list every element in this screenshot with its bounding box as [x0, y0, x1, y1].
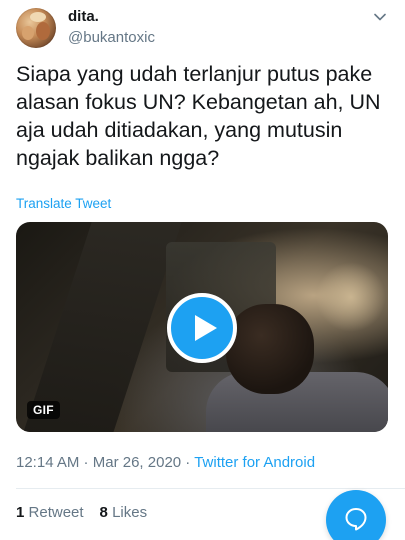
chevron-down-icon[interactable] — [373, 10, 387, 24]
avatar-ring — [16, 8, 56, 48]
tweet-source-link[interactable]: Twitter for Android — [194, 454, 315, 471]
gif-badge: GIF — [27, 401, 60, 419]
compose-reply-button[interactable] — [326, 490, 386, 540]
tweet-text: Siapa yang udah terlanjur putus pake ala… — [16, 62, 381, 170]
likes-label: Likes — [112, 504, 148, 521]
tweet-detail-page: dita. @bukantoxic Siapa yang udah terlan… — [0, 0, 405, 540]
tweet-timestamp-line: 12:14 AM · Mar 26, 2020 · Twitter for An… — [16, 454, 315, 471]
reply-compose-icon — [345, 508, 367, 531]
divider — [16, 488, 405, 489]
likes-count: 8 — [99, 504, 108, 521]
retweets-count: 1 — [16, 504, 25, 521]
retweets-stat[interactable]: 1 Retweet — [16, 504, 84, 521]
media-scene-person-head — [226, 304, 314, 394]
meta-separator: · — [79, 454, 93, 471]
tweet-stats: 1 Retweet 8 Likes — [16, 504, 147, 521]
likes-stat[interactable]: 8 Likes — [100, 504, 148, 521]
avatar[interactable] — [16, 8, 56, 48]
translate-tweet-link[interactable]: Translate Tweet — [16, 196, 111, 211]
retweets-label: Retweet — [28, 504, 84, 521]
author-display-name[interactable]: dita. — [68, 8, 99, 25]
play-icon — [195, 315, 217, 341]
tweet-date[interactable]: Mar 26, 2020 — [93, 454, 181, 471]
gif-media[interactable]: GIF — [16, 222, 388, 432]
media-scene-light — [316, 262, 386, 332]
play-button[interactable] — [167, 293, 237, 363]
tweet-header: dita. @bukantoxic — [16, 6, 389, 54]
author-handle[interactable]: @bukantoxic — [68, 29, 155, 46]
tweet-time[interactable]: 12:14 AM — [16, 454, 79, 471]
meta-separator: · — [181, 454, 195, 471]
